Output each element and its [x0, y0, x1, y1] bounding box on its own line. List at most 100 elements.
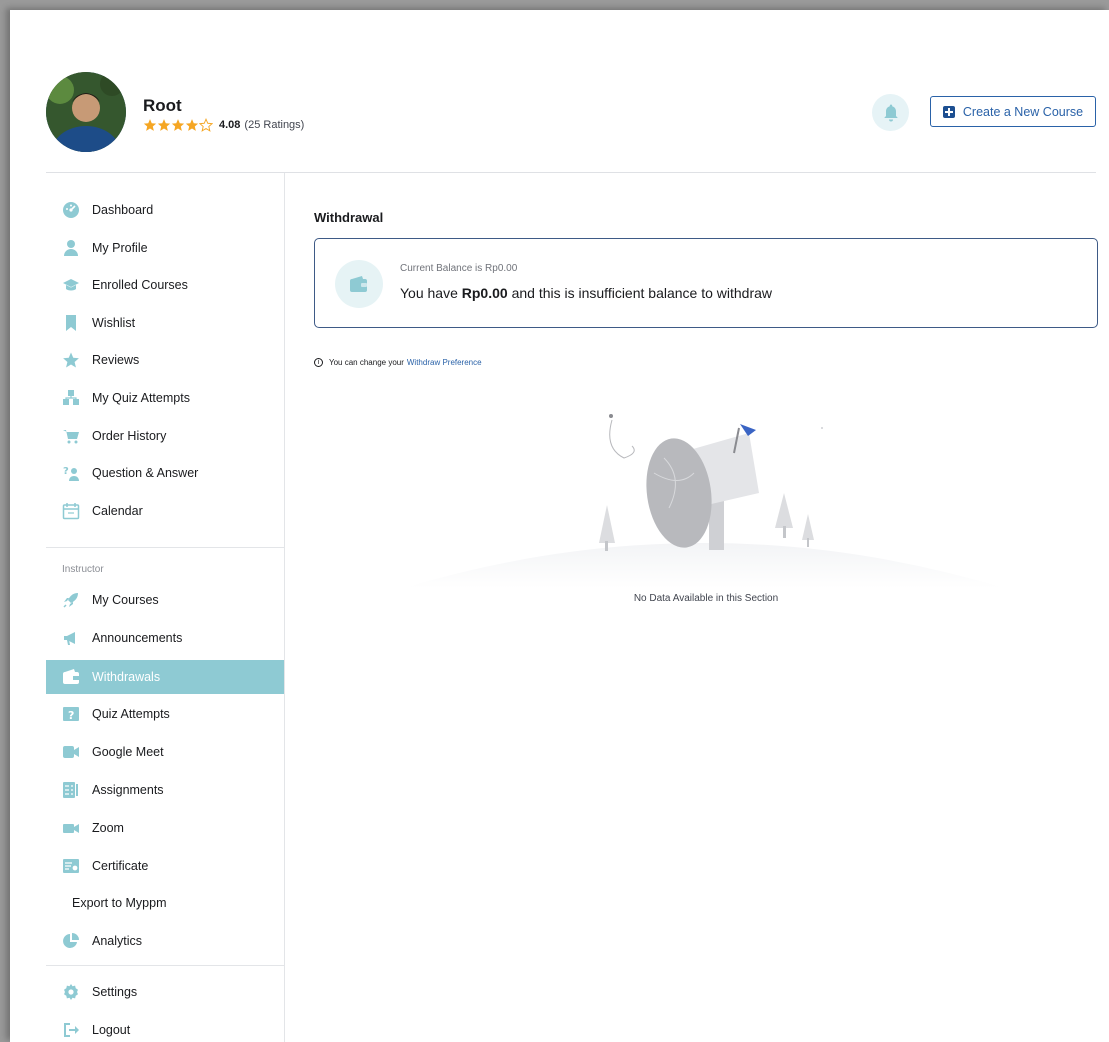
empty-state-text: No Data Available in this Section: [633, 593, 779, 604]
sidebar-item-label: My Courses: [92, 593, 159, 607]
sidebar-item-assignments[interactable]: Assignments: [46, 773, 284, 807]
sidebar-item-label: Logout: [92, 1023, 131, 1037]
sidebar-item-settings[interactable]: Settings: [46, 975, 284, 1009]
sidebar-item-order-history[interactable]: Order History: [46, 419, 284, 453]
star-empty-icon: [199, 118, 213, 132]
sidebar-item-label: Analytics: [92, 934, 143, 948]
star-icon: [62, 351, 80, 369]
star-filled-icon: [171, 119, 185, 131]
sidebar-item-label: Enrolled Courses: [92, 278, 188, 292]
sidebar-item-label: Zoom: [92, 821, 124, 835]
bookmark-icon: [62, 314, 80, 332]
sidebar-item-label: Dashboard: [92, 203, 154, 217]
quiz-icon: [62, 389, 80, 407]
sidebar-item-label: Settings: [92, 985, 138, 999]
create-course-button[interactable]: Create a New Course: [930, 96, 1096, 127]
sidebar-item-my-courses[interactable]: My Courses: [46, 583, 284, 617]
empty-mailbox-illustration: [404, 414, 1004, 588]
star-filled-icon: [157, 119, 171, 131]
sidebar-item-label: Export to Myppm: [72, 896, 167, 910]
user-name: Root: [143, 96, 182, 115]
zoom-camera-icon: [62, 819, 80, 837]
balance-message: You have Rp0.00 and this is insufficient…: [400, 285, 772, 301]
profile-header: Root 4.08 (25 Ratings) Create a New Cour…: [10, 10, 1109, 173]
sidebar-divider: [46, 547, 284, 548]
sidebar-item-label: Announcements: [92, 631, 183, 645]
sidebar-item-label: Google Meet: [92, 745, 164, 759]
sidebar-item-analytics[interactable]: Analytics: [46, 924, 284, 958]
sidebar-item-label: Calendar: [92, 504, 143, 518]
calendar-icon: [62, 502, 80, 520]
gear-icon: [62, 983, 80, 1001]
sidebar-item-enrolled-courses[interactable]: Enrolled Courses: [46, 268, 284, 302]
balance-amount: Rp0.00: [461, 285, 508, 301]
dashboard-icon: [62, 201, 80, 219]
withdraw-preference-link[interactable]: Withdraw Preference: [407, 358, 482, 367]
rating: 4.08 (25 Ratings): [143, 118, 304, 132]
pie-chart-icon: [62, 932, 80, 950]
sidebar-item-withdrawals[interactable]: Withdrawals: [46, 660, 284, 694]
rating-value: 4.08: [219, 119, 241, 131]
rating-count: (25 Ratings): [244, 119, 305, 131]
sidebar-item-my-quiz-attempts[interactable]: My Quiz Attempts: [46, 381, 284, 415]
sidebar-item-google-meet[interactable]: Google Meet: [46, 735, 284, 769]
svg-text:?: ?: [68, 709, 74, 722]
sidebar-item-label: Question & Answer: [92, 466, 199, 480]
sidebar-item-dashboard[interactable]: Dashboard: [46, 193, 284, 227]
assignment-icon: [62, 781, 80, 799]
bell-icon: [883, 104, 898, 121]
sidebar-divider: [46, 965, 284, 966]
notification-button[interactable]: [872, 94, 909, 131]
rocket-icon: [62, 591, 80, 609]
preference-text: You can change your: [329, 358, 404, 367]
user-icon: [62, 239, 80, 257]
cart-icon: [62, 427, 80, 445]
instructor-section-label: Instructor: [62, 564, 104, 575]
quiz-question-icon: ?: [62, 705, 80, 723]
star-filled-icon: [143, 119, 157, 131]
video-icon: [62, 743, 80, 761]
balance-prefix: You have: [400, 285, 462, 301]
app-window: Root 4.08 (25 Ratings) Create a New Cour…: [10, 10, 1109, 1042]
star-filled-icon: [185, 119, 199, 131]
sidebar-item-question-answer[interactable]: ? Question & Answer: [46, 456, 284, 490]
svg-text:?: ?: [63, 466, 69, 477]
create-course-label: Create a New Course: [962, 104, 1084, 119]
sidebar-item-label: My Profile: [92, 241, 148, 255]
sidebar-item-quiz-attempts[interactable]: ? Quiz Attempts: [46, 697, 284, 731]
sidebar-item-logout[interactable]: Logout: [46, 1013, 284, 1042]
sidebar-item-label: Wishlist: [92, 316, 136, 330]
sidebar-item-my-profile[interactable]: My Profile: [46, 231, 284, 265]
sidebar-item-label: Reviews: [92, 353, 140, 367]
balance-card: Current Balance is Rp0.00 You have Rp0.0…: [314, 238, 1098, 328]
wallet-icon: [62, 668, 80, 686]
megaphone-icon: [62, 629, 80, 647]
avatar[interactable]: [46, 72, 126, 152]
logout-icon: [62, 1021, 80, 1039]
sidebar-item-label: Quiz Attempts: [92, 707, 170, 721]
withdraw-preference-note: i You can change your Withdraw Preferenc…: [314, 358, 482, 367]
sidebar-item-label: Withdrawals: [92, 670, 161, 684]
sidebar-item-label: Order History: [92, 429, 167, 443]
certificate-icon: [62, 857, 80, 875]
sidebar-item-wishlist[interactable]: Wishlist: [46, 306, 284, 340]
sidebar-item-zoom[interactable]: Zoom: [46, 811, 284, 845]
sidebar-item-export-to-myppm[interactable]: Export to Myppm: [46, 886, 284, 920]
sidebar-item-label: Assignments: [92, 783, 164, 797]
question-answer-icon: ?: [62, 464, 80, 482]
wallet-icon: [350, 276, 367, 292]
balance-suffix: and this is insufficient balance to with…: [507, 285, 773, 301]
graduation-cap-icon: [62, 276, 80, 294]
wallet-badge: [335, 260, 383, 308]
sidebar-item-label: My Quiz Attempts: [92, 391, 190, 405]
sidebar-item-calendar[interactable]: Calendar: [46, 494, 284, 528]
sidebar-item-announcements[interactable]: Announcements: [46, 621, 284, 655]
sidebar-item-reviews[interactable]: Reviews: [46, 343, 284, 377]
sidebar-item-label: Certificate: [92, 859, 149, 873]
sidebar-item-certificate[interactable]: Certificate: [46, 849, 284, 883]
sidebar: Dashboard My Profile Enrolled Courses Wi…: [46, 173, 285, 1042]
plus-square-icon: [942, 105, 955, 118]
info-icon: i: [314, 358, 323, 367]
page-title: Withdrawal: [314, 210, 384, 225]
balance-caption: Current Balance is Rp0.00: [400, 263, 518, 274]
